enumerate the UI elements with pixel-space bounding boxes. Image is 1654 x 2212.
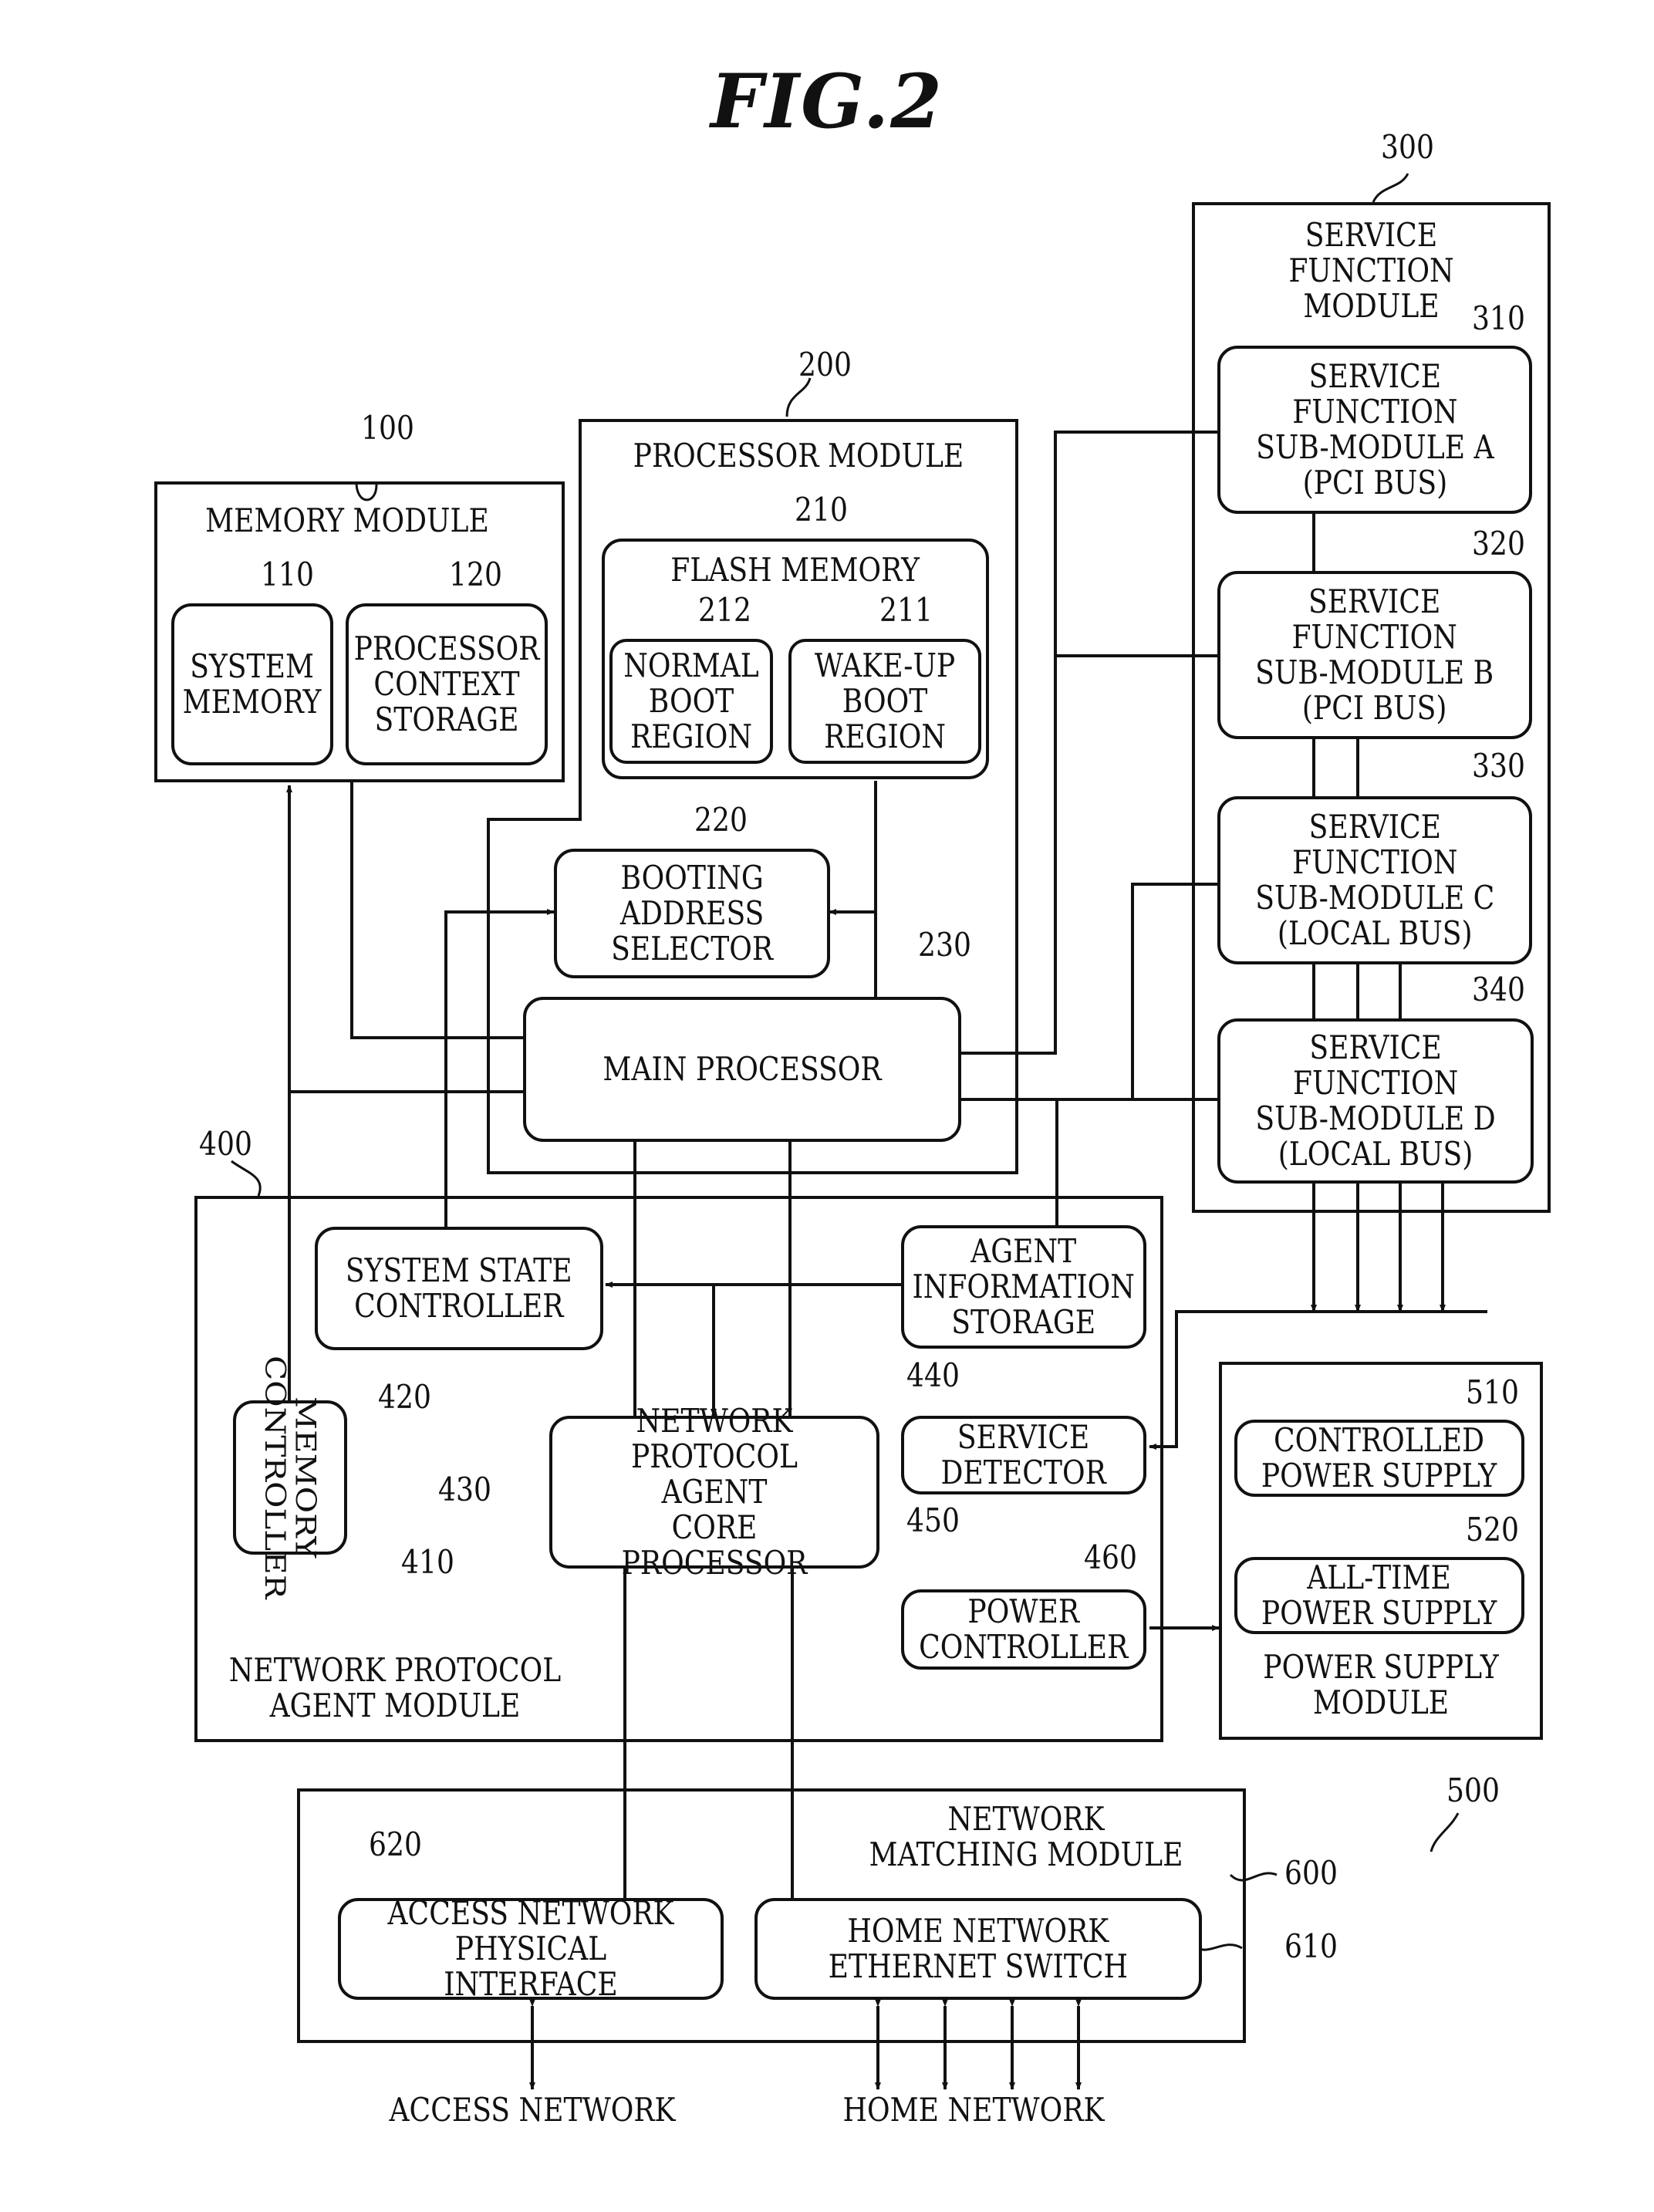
system-memory-ref: 110 [261,556,314,593]
memory-module-ref: 100 [361,409,414,447]
controlled-power-ref: 510 [1466,1373,1519,1411]
service-detector: SERVICE DETECTOR [901,1416,1146,1494]
access-network-physical-interface: ACCESS NETWORK PHYSICAL INTERFACE [338,1896,724,2002]
agent-module-label: NETWORK PROTOCOL AGENT MODULE [228,1651,562,1724]
normal-boot-region: NORMAL BOOT REGION [609,639,773,764]
home-network-ethernet-switch: HOME NETWORK ETHERNET SWITCH [754,1898,1202,2000]
system-memory: SYSTEM MEMORY [171,603,333,765]
power-controller: POWER CONTROLLER [901,1589,1146,1670]
processor-context-storage: PROCESSOR CONTEXT STORAGE [346,603,548,765]
memory-controller-ref: 410 [401,1543,454,1581]
booting-selector-ref: 220 [694,801,748,839]
alltime-power-ref: 520 [1466,1511,1519,1548]
flash-memory-ref: 210 [795,491,848,529]
context-storage-ref: 120 [449,556,502,593]
power-module-label: POWER SUPPLY MODULE [1263,1648,1499,1721]
main-processor: MAIN PROCESSOR [523,997,961,1142]
normal-boot-ref: 212 [698,591,751,629]
service-module-ref: 300 [1381,128,1434,166]
network-module-ref: 600 [1284,1854,1338,1892]
ethernet-switch-ref: 610 [1284,1927,1338,1965]
sub-module-a-ref: 310 [1472,299,1525,337]
processor-module-ref: 200 [798,346,852,383]
wakeup-boot-ref: 211 [879,591,933,629]
power-module-ref: 500 [1446,1771,1500,1809]
access-network-label: ACCESS NETWORK [389,2091,676,2129]
alltime-power-supply: ALL-TIME POWER SUPPLY [1234,1557,1524,1634]
sub-module-d-ref: 340 [1472,971,1525,1008]
network-module-label: NETWORK MATCHING MODULE [869,1800,1183,1873]
line-flash-to-selector [829,781,877,915]
agent-module-ref: 400 [199,1125,252,1163]
access-phy-ref: 620 [369,1825,422,1863]
agent-info-ref: 440 [906,1356,960,1394]
memory-controller: MEMORY CONTROLLER [233,1356,347,1599]
agent-information-storage: AGENT INFORMATION STORAGE [901,1225,1146,1349]
sub-module-b-ref: 320 [1472,525,1525,562]
home-network-label: HOME NETWORK [842,2091,1105,2129]
power-controller-ref: 460 [1084,1538,1137,1576]
system-state-ref: 420 [378,1378,431,1416]
processor-module-label: PROCESSOR MODULE [633,437,964,474]
booting-address-selector: BOOTING ADDRESS SELECTOR [554,849,830,978]
service-sub-module-b: SERVICE FUNCTION SUB-MODULE B (PCI BUS) [1217,571,1532,739]
sub-module-c-ref: 330 [1472,747,1525,785]
system-state-controller: SYSTEM STATE CONTROLLER [315,1227,603,1350]
main-processor-ref: 230 [918,926,971,964]
service-sub-module-c: SERVICE FUNCTION SUB-MODULE C (LOCAL BUS… [1217,796,1532,964]
core-processor: NETWORK PROTOCOL AGENT CORE PROCESSOR [549,1403,879,1581]
core-processor-ref: 430 [438,1471,491,1508]
service-sub-module-d: SERVICE FUNCTION SUB-MODULE D (LOCAL BUS… [1217,1018,1534,1184]
memory-module-label: MEMORY MODULE [205,501,489,539]
wakeup-boot-region: WAKE-UP BOOT REGION [788,639,981,764]
controlled-power-supply: CONTROLLED POWER SUPPLY [1234,1420,1524,1497]
line-main-to-sub-a [960,431,1219,1055]
service-sub-module-a: SERVICE FUNCTION SUB-MODULE A (PCI BUS) [1217,346,1532,514]
service-detector-ref: 450 [906,1501,960,1539]
